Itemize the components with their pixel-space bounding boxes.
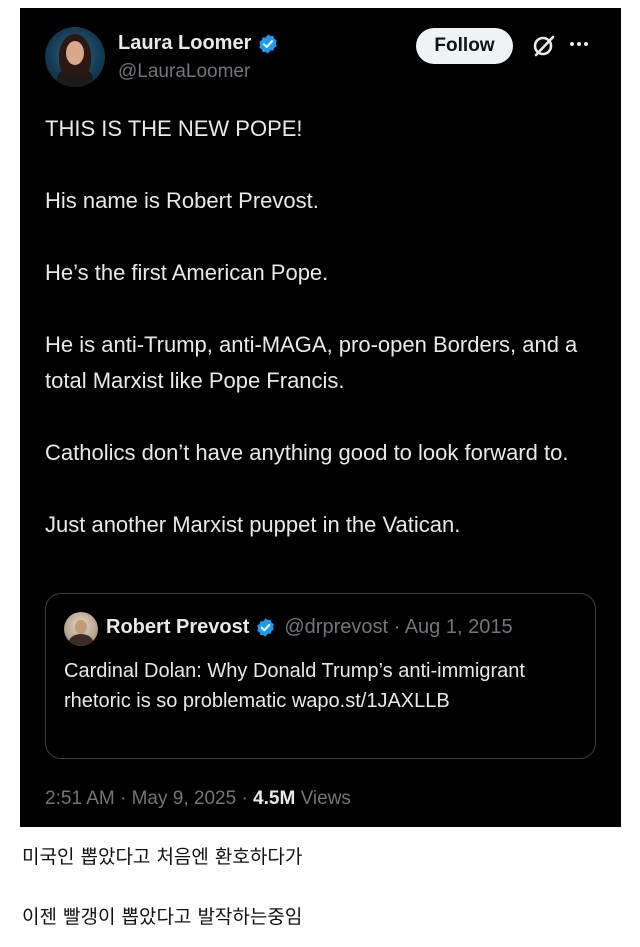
quoted-text: Cardinal Dolan: Why Donald Trump’s anti-… xyxy=(64,660,525,712)
tweet-paragraph: Catholics don’t have anything good to lo… xyxy=(45,440,569,465)
tweet-card: Laura Loomer @LauraLoomer Follow THIS IS… xyxy=(20,8,621,827)
author-avatar[interactable] xyxy=(45,27,105,87)
verified-badge-icon xyxy=(259,33,278,54)
quoted-author-avatar[interactable] xyxy=(64,612,98,646)
author-handle[interactable]: @LauraLoomer xyxy=(118,61,250,83)
grok-icon[interactable] xyxy=(531,33,557,59)
caption-line: 미국인 뽑았다고 처음엔 환호하다가 xyxy=(22,846,303,868)
author-name[interactable]: Laura Loomer xyxy=(118,32,251,55)
quoted-author-name[interactable]: Robert Prevost xyxy=(106,616,249,639)
tweet-timestamp[interactable]: 2:51 AM · May 9, 2025 · xyxy=(45,788,253,809)
author-name-row: Laura Loomer xyxy=(118,32,279,55)
tweet-paragraph: His name is Robert Prevost. xyxy=(45,188,319,213)
tweet-paragraph: THIS IS THE NEW POPE! xyxy=(45,116,303,141)
views-label: Views xyxy=(295,788,351,809)
tweet-paragraph: He is anti-Trump, anti-MAGA, pro-open Bo… xyxy=(45,332,578,393)
caption-line: 이젠 빨갱이 뽑았다고 발작하는중임 xyxy=(22,906,303,928)
follow-button[interactable]: Follow xyxy=(416,28,513,64)
quoted-header: Robert Prevost @drprevost · Aug 1, 2015 xyxy=(106,616,513,639)
tweet-text: THIS IS THE NEW POPE! His name is Robert… xyxy=(45,111,605,543)
quoted-meta: @drprevost · Aug 1, 2015 xyxy=(284,616,513,638)
tweet-paragraph: Just another Marxist puppet in the Vatic… xyxy=(45,512,461,537)
more-options-icon[interactable] xyxy=(570,42,588,46)
views-count: 4.5M xyxy=(253,788,296,809)
tweet-paragraph: He’s the first American Pope. xyxy=(45,260,329,285)
tweet-footer: 2:51 AM · May 9, 2025 · 4.5M Views xyxy=(45,788,351,810)
verified-badge-icon xyxy=(257,618,275,637)
quoted-tweet[interactable]: Robert Prevost @drprevost · Aug 1, 2015 … xyxy=(45,593,596,759)
